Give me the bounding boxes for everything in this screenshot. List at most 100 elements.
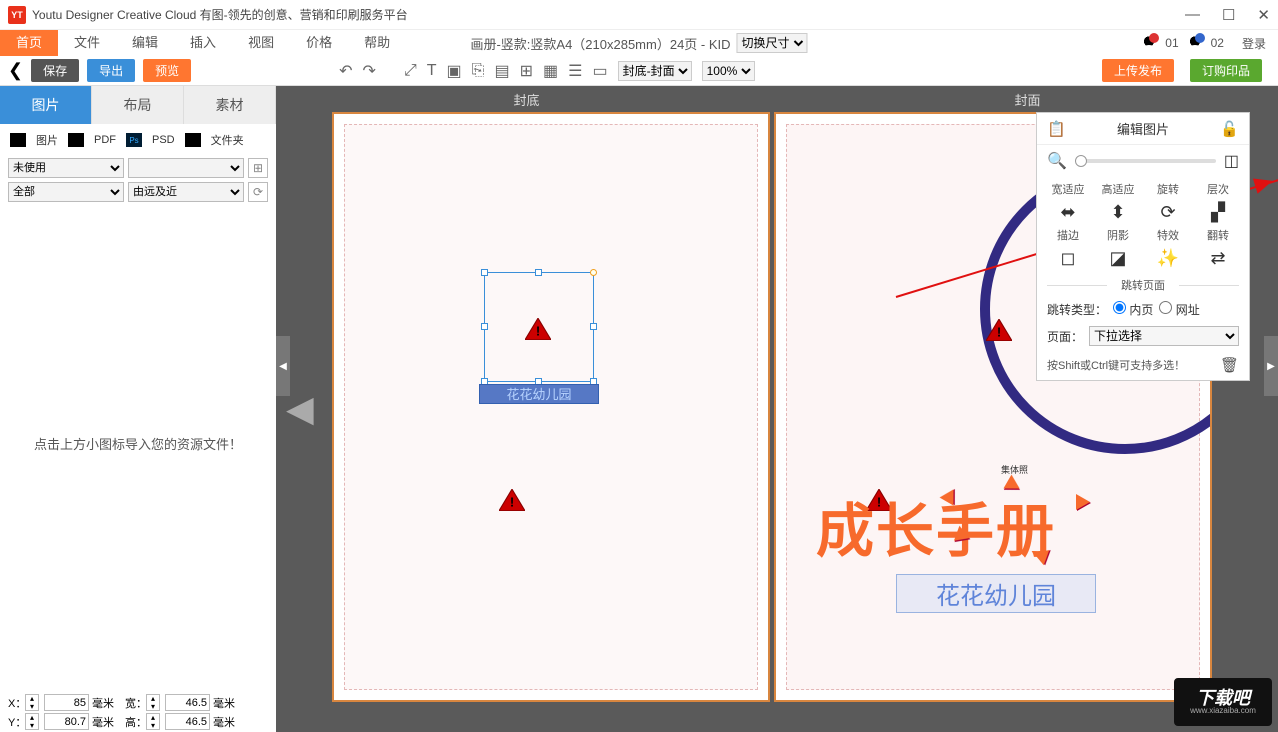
qq-icon-1[interactable] xyxy=(1141,35,1157,51)
h-input[interactable] xyxy=(165,713,210,730)
collapse-right-icon[interactable]: ▶ xyxy=(1264,336,1278,396)
shadow-icon[interactable]: ◪ xyxy=(1093,247,1143,269)
menu-insert[interactable]: 插入 xyxy=(174,30,232,56)
filter-empty[interactable] xyxy=(128,158,244,178)
crop-icon[interactable]: ◫ xyxy=(1224,151,1239,171)
import-hint: 点击上方小图标导入您的资源文件！ xyxy=(0,434,276,453)
text-tool-icon[interactable]: T xyxy=(427,62,437,80)
tab-material[interactable]: 素材 xyxy=(184,86,276,124)
size-switch-select[interactable]: 切换尺寸 xyxy=(737,33,808,53)
grid-view-icon[interactable]: ⊞ xyxy=(248,158,268,178)
warning-icon: ! xyxy=(499,489,525,511)
tab-layout[interactable]: 布局 xyxy=(92,86,184,124)
page-back-cover[interactable]: ! 花花幼儿园 ! xyxy=(332,112,770,702)
menu-bar: 首页 文件 编辑 插入 视图 价格 帮助 画册-竖款:竖款A4（210x285m… xyxy=(0,30,1278,56)
subtitle-text[interactable]: 花花幼儿园 xyxy=(896,574,1096,613)
svg-text:!: ! xyxy=(997,325,1001,340)
distribute-icon[interactable]: ⊞ xyxy=(520,61,533,81)
grid-icon[interactable]: ▦ xyxy=(543,61,558,81)
trash-icon[interactable]: 🗑 xyxy=(1220,356,1239,374)
zoom-tool-icon[interactable]: ⤢ xyxy=(404,62,417,80)
document-title: 画册-竖款:竖款A4（210x285mm）24页 - KID xyxy=(470,34,730,53)
refresh-icon[interactable]: ⟳ xyxy=(248,182,268,202)
upload-button[interactable]: 上传发布 xyxy=(1102,59,1174,82)
folder-icon[interactable] xyxy=(185,133,201,147)
radio-inner-page[interactable]: 内页 xyxy=(1113,301,1153,318)
zoom-in-icon[interactable]: 🔍 xyxy=(1047,151,1067,171)
tab-image[interactable]: 图片 xyxy=(0,86,92,124)
selection-box[interactable]: ! xyxy=(484,272,594,382)
login-link[interactable]: 登录 xyxy=(1242,35,1266,52)
y-input[interactable] xyxy=(44,713,89,730)
x-input[interactable] xyxy=(44,694,89,711)
front-cover-label: 封面 xyxy=(777,90,1278,109)
menu-price[interactable]: 价格 xyxy=(290,30,348,56)
filter-sort[interactable]: 由远及近 xyxy=(128,182,244,202)
edit-image-panel: 📋 编辑图片 🔓 🔍 ◫ 宽适应 高适应 旋转 层次 ⬌ ⬍ ⟳ ▞ 描边 阴影 xyxy=(1036,112,1250,381)
multiselect-hint: 按Shift或Ctrl键可支持多选！ xyxy=(1047,357,1185,373)
undo-icon[interactable]: ↶ xyxy=(339,61,352,81)
filter-unused[interactable]: 未使用 xyxy=(8,158,124,178)
stroke-icon[interactable]: ◻ xyxy=(1043,247,1093,269)
menu-view[interactable]: 视图 xyxy=(232,30,290,56)
menu-edit[interactable]: 编辑 xyxy=(116,30,174,56)
caption-box[interactable]: 花花幼儿园 xyxy=(479,384,599,404)
clipboard-icon[interactable]: 📋 xyxy=(1047,120,1066,138)
warning-icon: ! xyxy=(525,318,551,340)
back-cover-label: 封底 xyxy=(276,90,777,109)
x-spinner[interactable]: ▴▾ xyxy=(25,694,39,711)
list-icon[interactable]: ☰ xyxy=(568,61,582,81)
canvas-area[interactable]: 封底 封面 ◀ ! 花花幼儿园 ! ! ! 集体照 xyxy=(276,86,1278,732)
qq-icon-2[interactable] xyxy=(1187,35,1203,51)
effects-icon[interactable]: ✨ xyxy=(1143,247,1193,269)
warning-icon: ! xyxy=(986,319,1012,341)
align-icon[interactable]: ▤ xyxy=(494,61,509,81)
back-icon[interactable]: ❮ xyxy=(8,60,23,81)
unlock-icon[interactable]: 🔓 xyxy=(1220,120,1239,138)
save-button[interactable]: 保存 xyxy=(31,59,79,82)
svg-text:!: ! xyxy=(510,495,514,510)
menu-file[interactable]: 文件 xyxy=(58,30,116,56)
rotate-icon[interactable]: ⟳ xyxy=(1143,201,1193,223)
collapse-left-icon[interactable]: ◀ xyxy=(276,336,290,396)
ps-icon[interactable]: Ps xyxy=(126,133,142,147)
zoom-slider[interactable] xyxy=(1075,159,1216,163)
maximize-icon[interactable]: ☐ xyxy=(1222,6,1235,24)
pdf-icon[interactable] xyxy=(68,133,84,147)
prev-spread-icon[interactable]: ◀ xyxy=(286,388,314,430)
fit-height-icon[interactable]: ⬍ xyxy=(1093,201,1143,223)
image-tool-icon[interactable]: ▣ xyxy=(447,61,462,81)
copy-icon[interactable]: ⎘ xyxy=(472,62,485,80)
menu-home[interactable]: 首页 xyxy=(0,30,58,56)
zoom-select[interactable]: 100% xyxy=(702,61,755,81)
menu-help[interactable]: 帮助 xyxy=(348,30,406,56)
page-range-select[interactable]: 封底-封面 xyxy=(618,61,692,81)
coordinates-panel: X：▴▾毫米 宽：▴▾毫米 Y：▴▾毫米 高：▴▾毫米 xyxy=(8,694,243,730)
svg-text:!: ! xyxy=(536,324,540,339)
y-spinner[interactable]: ▴▾ xyxy=(25,713,39,730)
toolbar: ❮ 保存 导出 预览 ↶ ↷ ⤢ T ▣ ⎘ ▤ ⊞ ▦ ☰ ▭ 封底-封面 1… xyxy=(0,56,1278,86)
order-button[interactable]: 订购印品 xyxy=(1190,59,1262,82)
jump-section-title: 跳转页面 xyxy=(1037,273,1249,297)
fit-width-icon[interactable]: ⬌ xyxy=(1043,201,1093,223)
watermark: 下载吧 www.xiazaiba.com xyxy=(1174,678,1272,726)
panel-title: 编辑图片 xyxy=(1117,119,1169,138)
preview-button[interactable]: 预览 xyxy=(143,59,191,82)
radio-url[interactable]: 网址 xyxy=(1159,301,1199,318)
w-input[interactable] xyxy=(165,694,210,711)
jump-page-select[interactable]: 下拉选择 xyxy=(1089,326,1239,346)
window-title: Youtu Designer Creative Cloud 有图-领先的创意、营… xyxy=(32,6,408,23)
flip-icon[interactable]: ⇄ xyxy=(1193,247,1243,269)
filter-all[interactable]: 全部 xyxy=(8,182,124,202)
left-panel: 图片 布局 素材 图片 PDF PsPSD 文件夹 未使用 ⊞ 全部 由远及近 … xyxy=(0,86,276,732)
page-icon[interactable]: ▭ xyxy=(592,61,607,81)
layer-icon[interactable]: ▞ xyxy=(1193,201,1243,223)
w-spinner[interactable]: ▴▾ xyxy=(146,694,160,711)
export-button[interactable]: 导出 xyxy=(87,59,135,82)
h-spinner[interactable]: ▴▾ xyxy=(146,713,160,730)
title-bar: YT Youtu Designer Creative Cloud 有图-领先的创… xyxy=(0,0,1278,30)
folder-image-icon[interactable] xyxy=(10,133,26,147)
minimize-icon[interactable]: — xyxy=(1185,6,1200,24)
close-icon[interactable]: ✕ xyxy=(1257,6,1270,24)
redo-icon[interactable]: ↷ xyxy=(363,61,376,81)
